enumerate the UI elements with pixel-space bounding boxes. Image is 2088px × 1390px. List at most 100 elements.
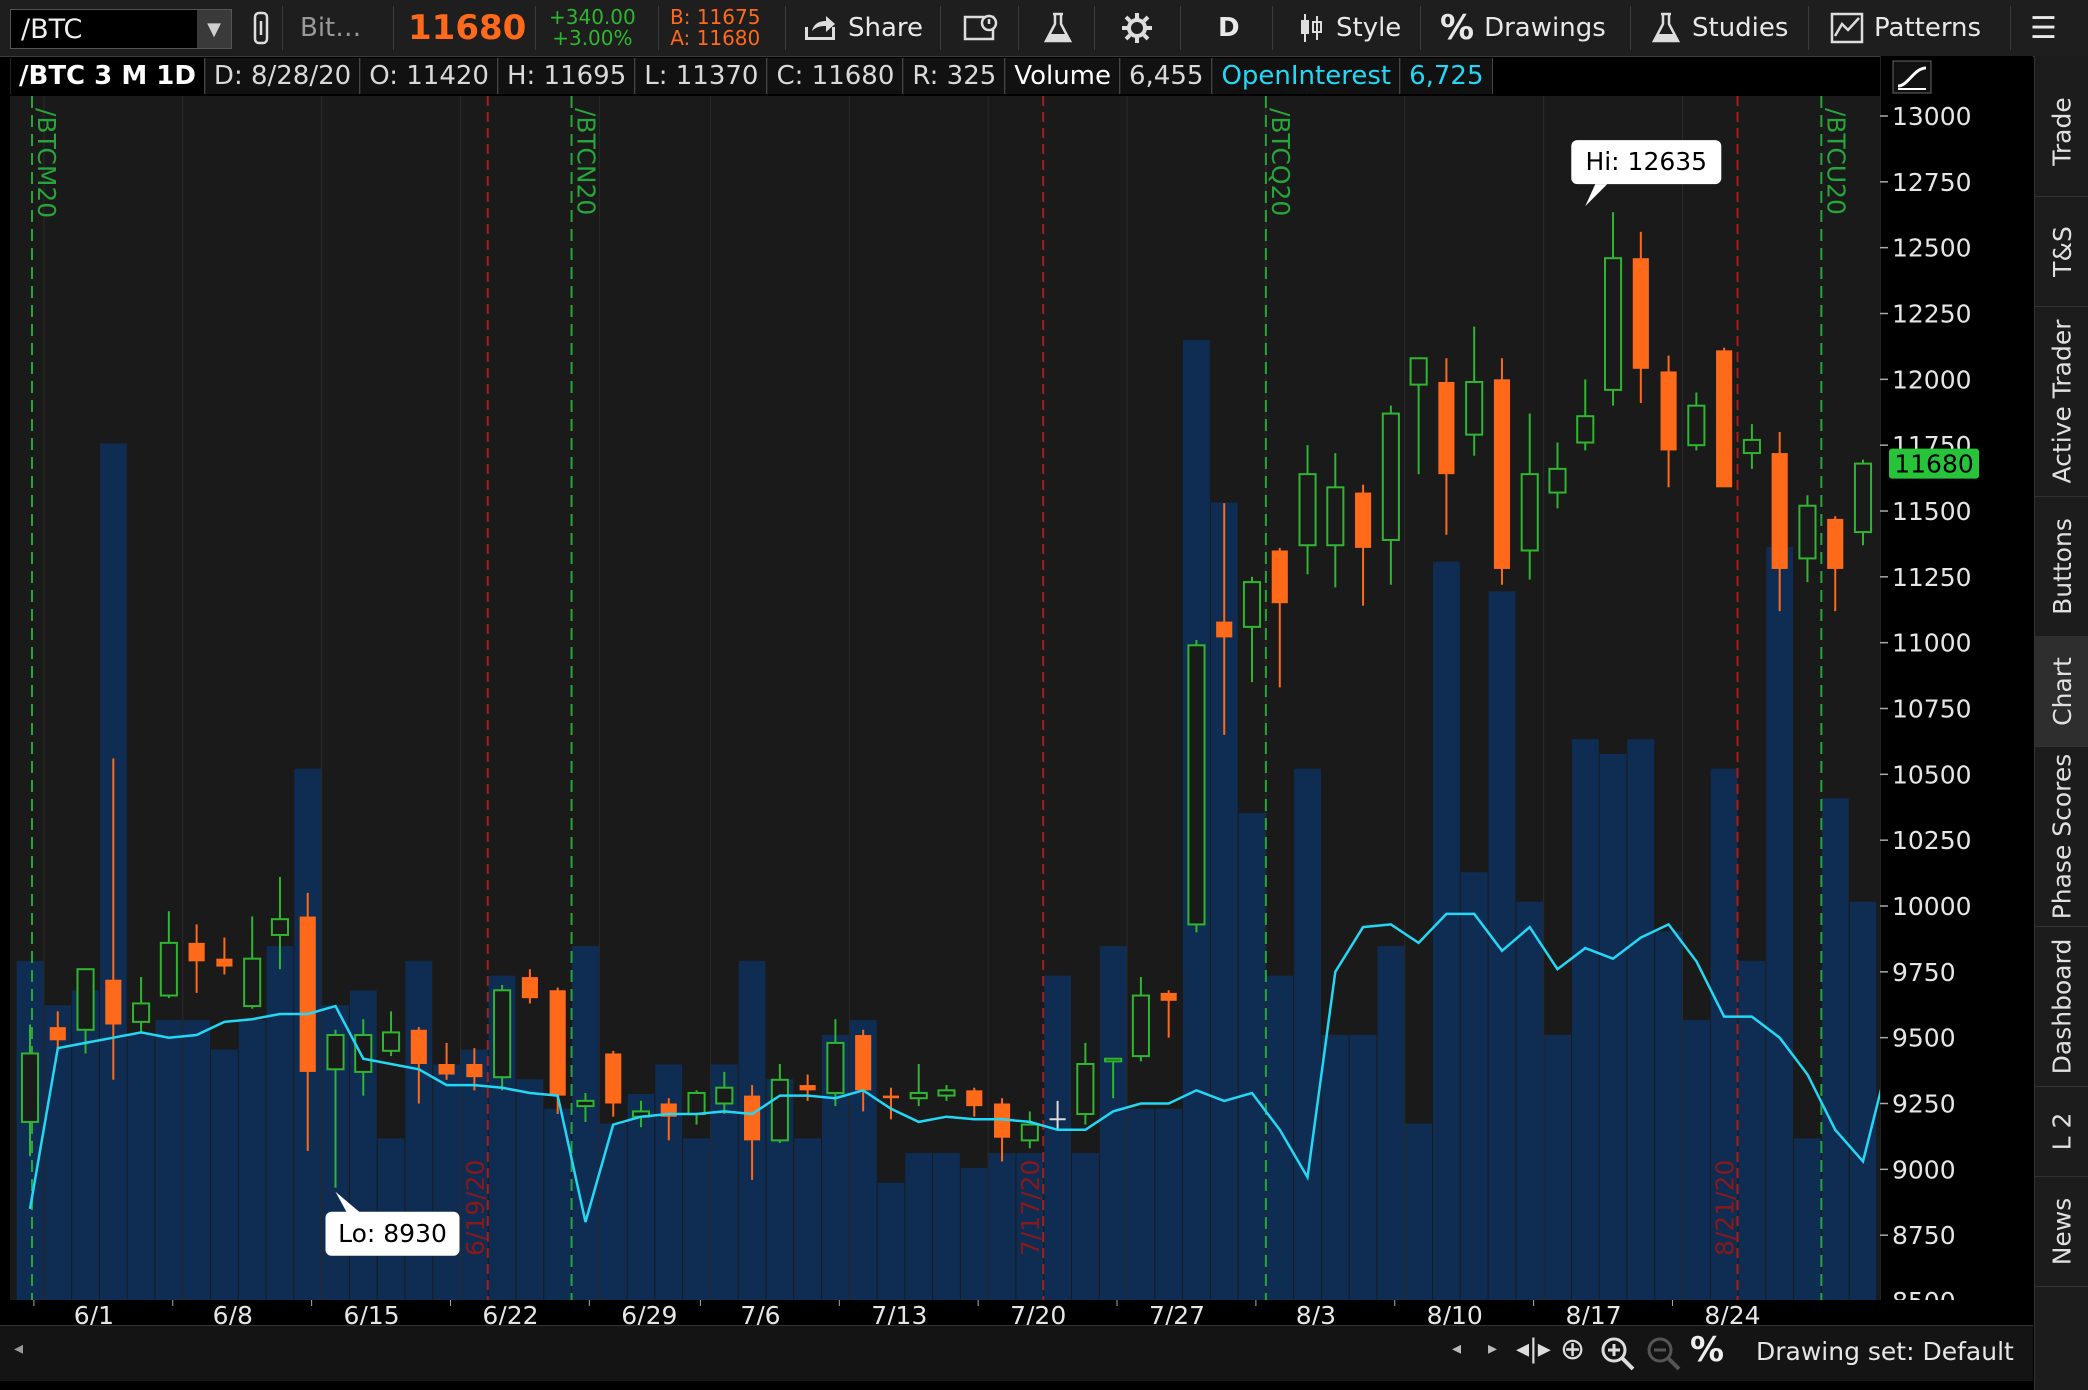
link-icon[interactable] <box>244 0 278 56</box>
ask-price: A: 11680 <box>670 26 761 50</box>
share-button[interactable]: Share <box>802 0 923 56</box>
low-callout-label: Lo: 8930 <box>338 1219 447 1248</box>
volume-bar <box>1488 591 1516 1301</box>
side-tab-active-trader[interactable]: Active Trader <box>2035 306 2088 497</box>
side-tab-t-s[interactable]: T&S <box>2035 196 2088 307</box>
price-tick-label: 12750 <box>1892 168 1972 197</box>
volume-bar <box>1794 1138 1821 1301</box>
aggregation-period[interactable]: D <box>1218 0 1240 56</box>
candle-body <box>326 1034 345 1071</box>
expand-time-icon[interactable]: ◂|▸ <box>1516 1334 1551 1364</box>
symbol-selector[interactable]: /BTC ▼ <box>10 9 232 49</box>
side-tab-l-2[interactable]: L 2 <box>2035 1086 2088 1177</box>
style-button[interactable]: Style <box>1296 0 1401 56</box>
candle-body <box>216 958 233 967</box>
candle-body <box>270 918 290 936</box>
side-tab-chart[interactable]: Chart <box>2035 636 2088 747</box>
side-tab-buttons[interactable]: Buttons <box>2035 496 2088 637</box>
candle-body <box>105 979 122 1025</box>
candle-body <box>937 1089 956 1097</box>
candle-body <box>744 1095 761 1141</box>
candle-body <box>1465 380 1484 436</box>
drawings-button[interactable]: % Drawings <box>1440 0 1606 56</box>
volume-bar <box>1155 1108 1183 1301</box>
scroll-back-icon[interactable]: ◂ <box>1452 1338 1461 1359</box>
candle-body <box>1716 350 1733 488</box>
price-tick-label: 11500 <box>1892 497 1972 526</box>
price-tick-label: 13000 <box>1892 102 1972 131</box>
price-chart[interactable]: 6/19/20 7/17/20 8/21/20/BTCM20/BTCN20/BTCQ… <box>10 96 1893 1302</box>
gear-icon[interactable] <box>1120 0 1154 56</box>
side-tab-phase-scores[interactable]: Phase Scores <box>2035 746 2088 927</box>
menu-icon[interactable]: ☰ <box>2030 0 2057 56</box>
symbol-input[interactable]: /BTC <box>11 14 197 45</box>
candle-body <box>159 941 178 997</box>
price-tick-label: 9000 <box>1892 1155 1956 1184</box>
change-percent: +3.00% <box>552 26 633 50</box>
volume-bar <box>1599 753 1627 1301</box>
side-tab-news[interactable]: News <box>2035 1176 2088 1287</box>
candle-body <box>826 1041 845 1094</box>
candle-body <box>1355 492 1372 548</box>
volume-bar <box>572 946 599 1301</box>
expiry-label: /BTCU20 <box>1821 108 1850 215</box>
flask-icon[interactable] <box>1042 0 1074 56</box>
volume-bar <box>933 1153 960 1301</box>
bid-ask: B: 11675 A: 11680 <box>670 0 760 56</box>
candle-body <box>132 1002 151 1023</box>
zoom-out-icon[interactable] <box>1646 1336 1682 1372</box>
expiry-label: /BTCM20 <box>32 108 61 218</box>
last-price-badge-label: 11680 <box>1894 450 1974 479</box>
symbol-description: Bit… <box>300 13 362 43</box>
share-icon <box>805 16 835 40</box>
candle-body <box>715 1086 734 1105</box>
volume-bar <box>1266 975 1294 1301</box>
volume-bar <box>877 1182 905 1301</box>
candle-body <box>549 990 566 1096</box>
candle-body <box>1076 1063 1095 1116</box>
volume-bar <box>1682 1020 1710 1301</box>
chart-settings-icon[interactable] <box>963 0 999 56</box>
price-axis[interactable]: 8500 8750 9000 9250 9500 9750 10000 10250 10500 1… <box>1879 56 2033 1316</box>
side-tab-panel: Trade T&S Active Trader Buttons Chart Phase S… <box>2034 56 2088 1390</box>
month-boundary-label: 7/17/20 <box>1016 1160 1045 1256</box>
volume-bar <box>1571 739 1599 1301</box>
expiry-label: /BTCQ20 <box>1266 108 1295 216</box>
volume-bar <box>1821 798 1849 1301</box>
candle-body <box>1798 504 1817 560</box>
volume-bar <box>905 1153 933 1301</box>
scroll-forward-icon[interactable]: ▸ <box>1488 1338 1497 1359</box>
chevron-down-icon[interactable]: ▼ <box>197 10 231 48</box>
last-price: 11680 <box>408 8 527 48</box>
scale-toggle-icon[interactable] <box>1892 60 1932 98</box>
candle-body <box>1771 453 1788 569</box>
side-tab-trade[interactable]: Trade <box>2035 66 2088 197</box>
percent-icon: % <box>1440 8 1475 48</box>
side-tab-label: News <box>2047 1197 2077 1265</box>
info-date: D: 8/28/20 <box>204 58 361 94</box>
crosshair-icon[interactable]: ⊕ <box>1560 1332 1585 1367</box>
price-tick-label: 12250 <box>1892 300 1972 329</box>
patterns-button[interactable]: Patterns <box>1830 0 1981 56</box>
drawings-label: Drawings <box>1484 13 1606 43</box>
candle-body <box>799 1085 816 1091</box>
volume-bar <box>1460 872 1488 1301</box>
volume-bar <box>1071 1153 1099 1301</box>
scroll-left-icon[interactable]: ◂ <box>14 1338 23 1359</box>
month-boundary-label: 8/21/20 <box>1711 1160 1740 1256</box>
candle-body <box>1438 381 1455 475</box>
candle-body <box>466 1064 483 1078</box>
price-tick-label: 9500 <box>1892 1024 1956 1053</box>
drawing-set-selector[interactable]: Drawing set: Default <box>1756 1337 2014 1366</box>
volume-bar <box>1405 1123 1433 1301</box>
volume-bar <box>1849 901 1877 1301</box>
candle-body <box>49 1027 66 1041</box>
percent-scale-icon[interactable]: % <box>1690 1330 1724 1370</box>
zoom-in-icon[interactable] <box>1600 1336 1636 1372</box>
studies-button[interactable]: Studies <box>1650 0 1788 56</box>
candle-body <box>966 1090 983 1107</box>
chart-canvas[interactable]: 6/19/20 7/17/20 8/21/20/BTCM20/BTCN20/BTCQ… <box>10 96 1893 1302</box>
volume-value: 6,455 <box>1120 58 1213 94</box>
side-tab-dashboard[interactable]: Dashboard <box>2035 926 2088 1087</box>
candle-body <box>1576 415 1595 444</box>
